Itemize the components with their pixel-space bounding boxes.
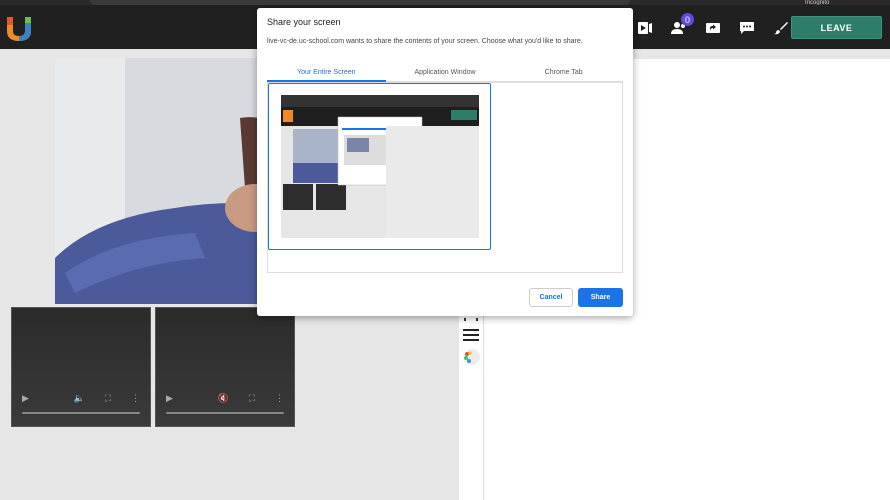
screen-preview-thumbnail	[281, 95, 479, 238]
fullscreen-icon[interactable]: ⛶	[105, 393, 111, 404]
chat-icon	[740, 22, 754, 34]
more-options-icon[interactable]: ⋮	[275, 393, 284, 404]
video-play-icon	[638, 22, 652, 34]
fullscreen-icon[interactable]: ⛶	[249, 393, 255, 404]
video-progress-bar[interactable]	[22, 412, 140, 414]
dialog-title: Share your screen	[267, 17, 341, 27]
participants-count-badge: 0	[681, 13, 694, 26]
volume-icon[interactable]: 🔈	[73, 393, 84, 404]
share-source-tabs: Your Entire Screen Application Window Ch…	[267, 66, 623, 82]
entire-screen-option[interactable]	[268, 83, 491, 250]
chat-button[interactable]	[730, 15, 764, 41]
video-progress-bar[interactable]	[166, 412, 284, 414]
participant-video-thumbnail[interactable]: ▶ 🔈 ⛶ ⋮	[11, 307, 151, 427]
more-options-icon[interactable]: ⋮	[131, 393, 140, 404]
video-share-button[interactable]	[628, 15, 662, 41]
share-screen-dialog: Share your screen live-vc-de.uc-school.c…	[257, 8, 633, 316]
dialog-description: live-vc-de.uc-school.com wants to share …	[267, 38, 583, 45]
color-palette-icon[interactable]	[461, 347, 481, 367]
tab-chrome-tab[interactable]: Chrome Tab	[504, 66, 623, 81]
app-logo	[7, 17, 31, 41]
tab-entire-screen[interactable]: Your Entire Screen	[267, 66, 386, 82]
tab-application-window[interactable]: Application Window	[386, 66, 505, 81]
play-icon[interactable]: ▶	[22, 393, 29, 404]
share-source-list	[267, 82, 623, 273]
menu-icon[interactable]	[461, 325, 481, 345]
share-button[interactable]: Share	[578, 288, 623, 307]
screen-share-button[interactable]	[696, 15, 730, 41]
muted-volume-icon[interactable]: 🔇	[217, 393, 228, 404]
header-toolbar: 0	[628, 13, 798, 41]
brush-icon	[774, 22, 788, 35]
leave-button[interactable]: LEAVE	[791, 16, 882, 39]
screen-share-icon	[706, 23, 720, 33]
cancel-button[interactable]: Cancel	[529, 288, 573, 307]
play-icon[interactable]: ▶	[166, 393, 173, 404]
participants-button[interactable]: 0	[662, 13, 696, 41]
participant-video-thumbnail[interactable]: ▶ 🔇 ⛶ ⋮	[155, 307, 295, 427]
